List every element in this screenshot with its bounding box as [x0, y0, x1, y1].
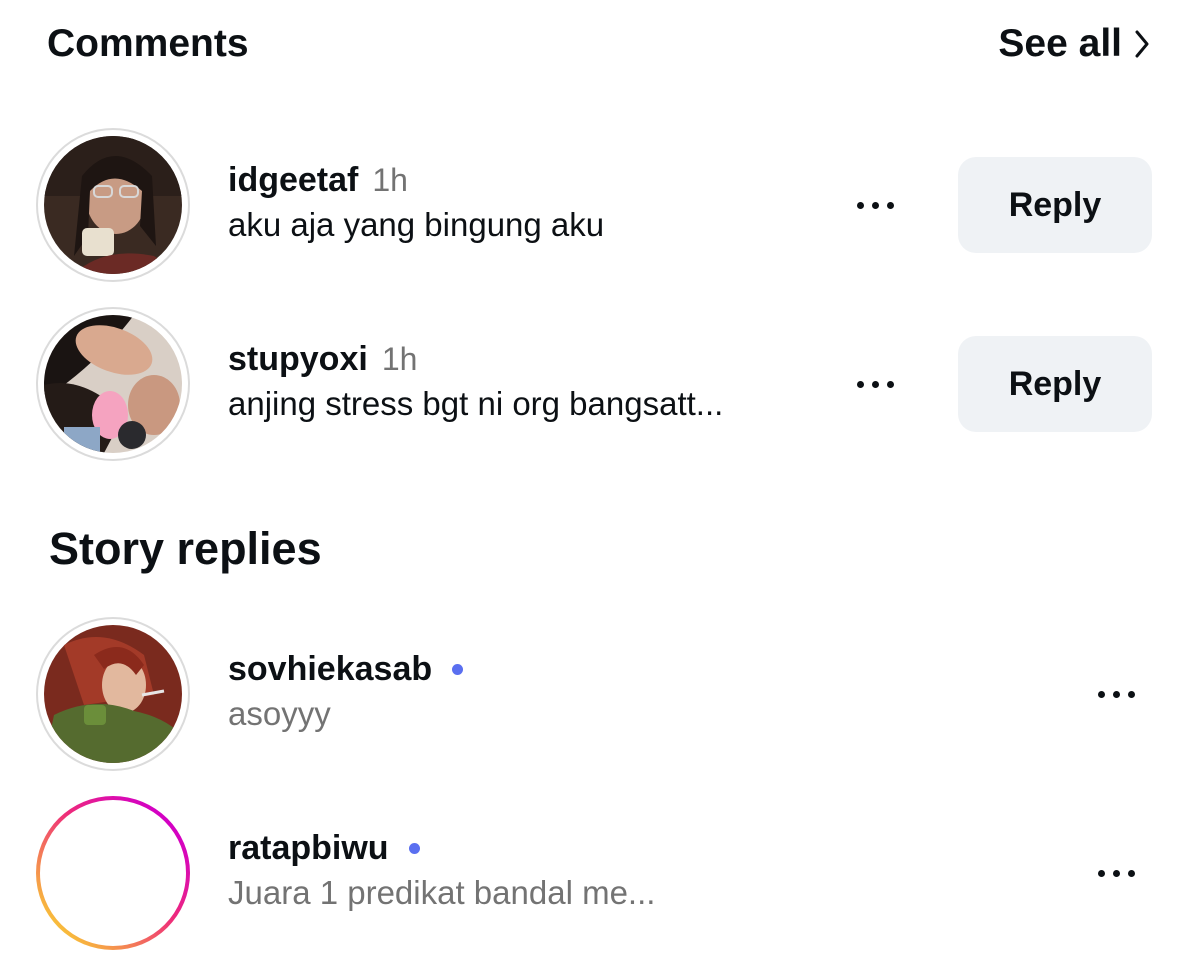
story-reply-username[interactable]: sovhiekasab	[228, 650, 432, 689]
comments-section-title: Comments	[47, 22, 249, 65]
story-reply-row[interactable]: sovhiekasab asoyyy	[0, 617, 1200, 777]
story-reply-row[interactable]: ratapbiwu Juara 1 predikat bandal me...	[0, 796, 1200, 956]
comment-time: 1h	[381, 340, 418, 377]
story-replies-section-title: Story replies	[49, 523, 322, 574]
reply-button[interactable]: Reply	[958, 336, 1152, 432]
see-all-label: See all	[998, 22, 1122, 65]
more-horizontal-icon[interactable]	[845, 364, 905, 404]
more-horizontal-icon[interactable]	[1086, 853, 1146, 893]
avatar[interactable]	[36, 128, 190, 282]
story-reply-username[interactable]: ratapbiwu	[228, 829, 389, 868]
story-reply-content: sovhiekasab asoyyy	[228, 647, 464, 733]
comment-row: stupyoxi 1h anjing stress bgt ni org ban…	[0, 307, 1200, 467]
profile-photo	[44, 136, 182, 274]
avatar[interactable]	[36, 617, 190, 771]
avatar-placeholder	[40, 800, 186, 946]
more-horizontal-icon[interactable]	[1086, 674, 1146, 714]
avatar[interactable]	[36, 307, 190, 461]
story-reply-text: asoyyy	[228, 695, 331, 732]
see-all-link[interactable]: See all	[998, 22, 1150, 66]
comment-content: stupyoxi 1h anjing stress bgt ni org ban…	[228, 337, 723, 423]
comment-username[interactable]: stupyoxi	[228, 340, 368, 379]
comment-text: aku aja yang bingung aku	[228, 206, 605, 243]
comment-text: anjing stress bgt ni org bangsatt...	[228, 385, 724, 422]
story-reply-content: ratapbiwu Juara 1 predikat bandal me...	[228, 826, 655, 912]
comment-username[interactable]: idgeetaf	[228, 161, 358, 200]
story-reply-text: Juara 1 predikat bandal me...	[228, 874, 656, 911]
unread-indicator	[408, 842, 420, 854]
chevron-right-icon	[1135, 30, 1149, 58]
more-horizontal-icon[interactable]	[845, 185, 905, 225]
comment-row: idgeetaf 1h aku aja yang bingung aku Rep…	[0, 128, 1200, 288]
avatar-with-story-ring[interactable]	[36, 796, 190, 950]
comment-content: idgeetaf 1h aku aja yang bingung aku	[228, 158, 604, 244]
unread-indicator	[452, 663, 464, 675]
reply-button[interactable]: Reply	[958, 157, 1152, 253]
profile-illustration	[44, 625, 182, 763]
profile-photo	[44, 315, 182, 453]
comment-time: 1h	[372, 161, 408, 198]
